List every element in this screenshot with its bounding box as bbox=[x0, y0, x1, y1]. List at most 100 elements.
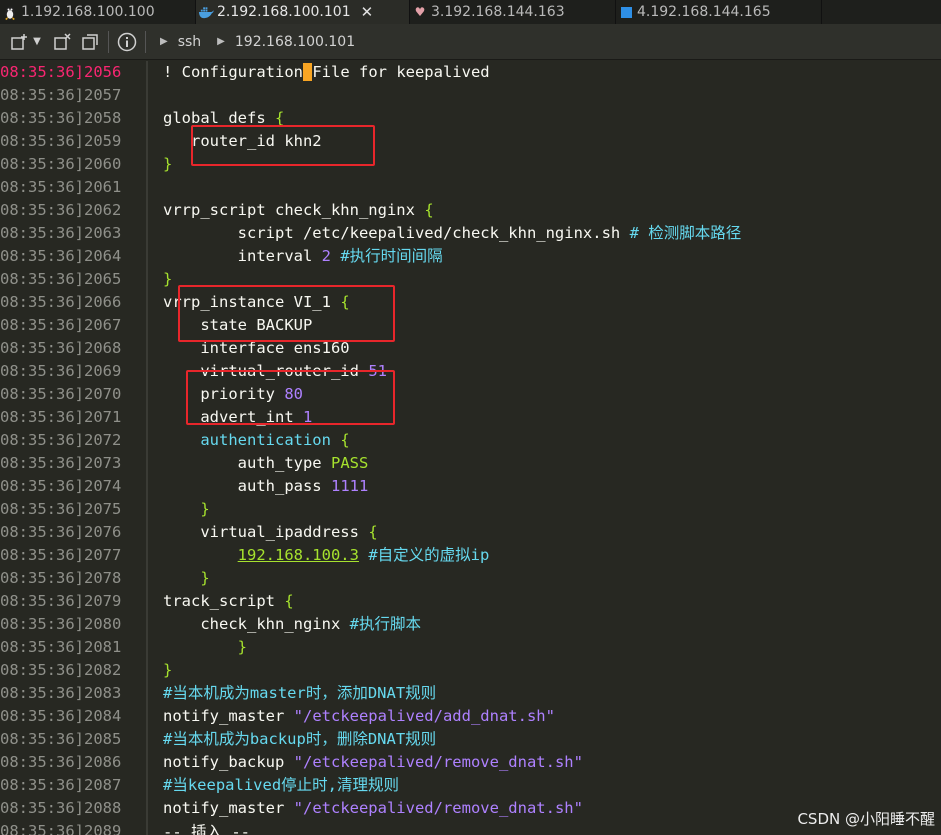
gutter-row: 08:35:36]2073 bbox=[0, 452, 140, 475]
gutter-row: 08:35:36]2077 bbox=[0, 544, 140, 567]
timestamp: 08:35:36] bbox=[0, 224, 84, 242]
annotation-box-state bbox=[178, 285, 395, 342]
line-number: 2069 bbox=[84, 362, 122, 380]
code-line: notify_master "/etckeepalived/add_dnat.s… bbox=[163, 707, 555, 725]
gutter-row: 08:35:36]2070 bbox=[0, 383, 140, 406]
line-number: 2083 bbox=[84, 684, 122, 702]
line-number: 2080 bbox=[84, 615, 122, 633]
code-line: } bbox=[200, 569, 210, 587]
line-number: 2084 bbox=[84, 707, 122, 725]
tab-session-2[interactable]: 2.192.168.100.101 ✕ bbox=[196, 0, 410, 24]
play-arrow-icon: ▶ bbox=[217, 36, 225, 47]
timestamp: 08:35:36] bbox=[0, 822, 84, 835]
timestamp: 08:35:36] bbox=[0, 86, 84, 104]
timestamp: 08:35:36] bbox=[0, 132, 84, 150]
gutter-row: 08:35:36]2072 bbox=[0, 429, 140, 452]
line-number: 2072 bbox=[84, 431, 122, 449]
gutter-row: 08:35:36]2081 bbox=[0, 636, 140, 659]
gutter-row: 08:35:36]2076 bbox=[0, 521, 140, 544]
text-cursor bbox=[302, 63, 313, 81]
tab-label: 4.192.168.144.165 bbox=[637, 4, 771, 20]
timestamp: 08:35:36] bbox=[0, 339, 84, 357]
tab-bar: 1.192.168.100.100 2.192.168.100.101 ✕ ♥ … bbox=[0, 0, 941, 24]
line-number: 2060 bbox=[84, 155, 122, 173]
line-number: 2057 bbox=[84, 86, 122, 104]
line-number: 2089 bbox=[84, 822, 122, 835]
timestamp: 08:35:36] bbox=[0, 569, 84, 587]
code-line: ! Configuration File for keepalived bbox=[163, 63, 490, 81]
gutter-row: 08:35:36]2080 bbox=[0, 613, 140, 636]
gutter-row: 08:35:36]2079 bbox=[0, 590, 140, 613]
timestamp: 08:35:36] bbox=[0, 316, 84, 334]
heart-icon: ♥ bbox=[414, 5, 426, 19]
line-number: 2082 bbox=[84, 661, 122, 679]
line-number: 2061 bbox=[84, 178, 122, 196]
code-line: } bbox=[163, 270, 173, 288]
line-number: 2074 bbox=[84, 477, 122, 495]
gutter-divider bbox=[146, 61, 148, 835]
code-line: } bbox=[163, 155, 173, 173]
gutter-row: 08:35:36]2065 bbox=[0, 268, 140, 291]
gutter-row: 08:35:36]2067 bbox=[0, 314, 140, 337]
tab-session-1[interactable]: 1.192.168.100.100 bbox=[0, 0, 196, 24]
timestamp: 08:35:36] bbox=[0, 799, 84, 817]
line-gutter: 08:35:36]2056 08:35:36]2057 08:35:36]2058 0… bbox=[0, 61, 148, 835]
watermark: CSDN @小阳睡不醒 bbox=[797, 810, 935, 828]
gutter-row: 08:35:36]2078 bbox=[0, 567, 140, 590]
code-line: auth_pass 1111 bbox=[163, 477, 369, 495]
timestamp: 08:35:36] bbox=[0, 500, 84, 518]
breadcrumb-protocol[interactable]: ssh bbox=[178, 34, 201, 50]
breadcrumb-host[interactable]: 192.168.100.101 bbox=[235, 34, 355, 50]
line-number: 2067 bbox=[84, 316, 122, 334]
line-number: 2070 bbox=[84, 385, 122, 403]
line-number: 2064 bbox=[84, 247, 122, 265]
close-icon[interactable]: ✕ bbox=[361, 3, 374, 21]
code-line: #当本机成为backup时，删除DNAT规则 bbox=[163, 730, 437, 748]
line-number: 2066 bbox=[84, 293, 122, 311]
close-session-icon[interactable] bbox=[50, 30, 74, 54]
line-number: 2056 bbox=[84, 63, 122, 81]
tab-session-3[interactable]: ♥ 3.192.168.144.163 bbox=[410, 0, 616, 24]
line-number: 2078 bbox=[84, 569, 122, 587]
line-number: 2075 bbox=[84, 500, 122, 518]
timestamp: 08:35:36] bbox=[0, 201, 84, 219]
gutter-row: 08:35:36]2061 bbox=[0, 176, 140, 199]
line-number: 2076 bbox=[84, 523, 122, 541]
timestamp: 08:35:36] bbox=[0, 178, 84, 196]
line-number: 2068 bbox=[84, 339, 122, 357]
tab-session-4[interactable]: 4.192.168.144.165 bbox=[616, 0, 822, 24]
gutter-row: 08:35:36]2057 bbox=[0, 84, 140, 107]
terminal-window: 1.192.168.100.100 2.192.168.100.101 ✕ ♥ … bbox=[0, 0, 941, 835]
timestamp: 08:35:36] bbox=[0, 638, 84, 656]
duplicate-session-icon[interactable] bbox=[78, 30, 102, 54]
line-number: 2058 bbox=[84, 109, 122, 127]
timestamp: 08:35:36] bbox=[0, 431, 84, 449]
chevron-down-icon[interactable]: ▼ bbox=[30, 30, 44, 54]
code-line: vrrp_script check_khn_nginx { bbox=[163, 201, 434, 219]
gutter-row: 08:35:36]2089 bbox=[0, 820, 140, 835]
gutter-row: 08:35:36]2074 bbox=[0, 475, 140, 498]
code-line: virtual_ipaddress { bbox=[163, 523, 378, 541]
code-line: } bbox=[200, 500, 210, 518]
info-icon[interactable] bbox=[115, 30, 139, 54]
timestamp: 08:35:36] bbox=[0, 63, 84, 81]
timestamp: 08:35:36] bbox=[0, 776, 84, 794]
line-number: 2059 bbox=[84, 132, 122, 150]
new-tab-icon[interactable] bbox=[8, 30, 30, 54]
line-number: 2073 bbox=[84, 454, 122, 472]
tab-label: 1.192.168.100.100 bbox=[21, 4, 155, 20]
code-line: notify_backup "/etckeepalived/remove_dna… bbox=[163, 753, 583, 771]
code-line: script /etc/keepalived/check_khn_nginx.s… bbox=[163, 224, 742, 242]
annotation-box-router-id bbox=[191, 125, 375, 166]
timestamp: 08:35:36] bbox=[0, 385, 84, 403]
code-line: } bbox=[237, 638, 247, 656]
gutter-row: 08:35:36]2060 bbox=[0, 153, 140, 176]
timestamp: 08:35:36] bbox=[0, 155, 84, 173]
gutter-row: 08:35:36]2083 bbox=[0, 682, 140, 705]
timestamp: 08:35:36] bbox=[0, 615, 84, 633]
gutter-row: 08:35:36]2066 bbox=[0, 291, 140, 314]
gutter-row: 08:35:36]2063 bbox=[0, 222, 140, 245]
vim-mode-indicator: -- 插入 -- bbox=[163, 823, 250, 835]
tab-label: 2.192.168.100.101 bbox=[217, 4, 351, 20]
gutter-row: 08:35:36]2058 bbox=[0, 107, 140, 130]
